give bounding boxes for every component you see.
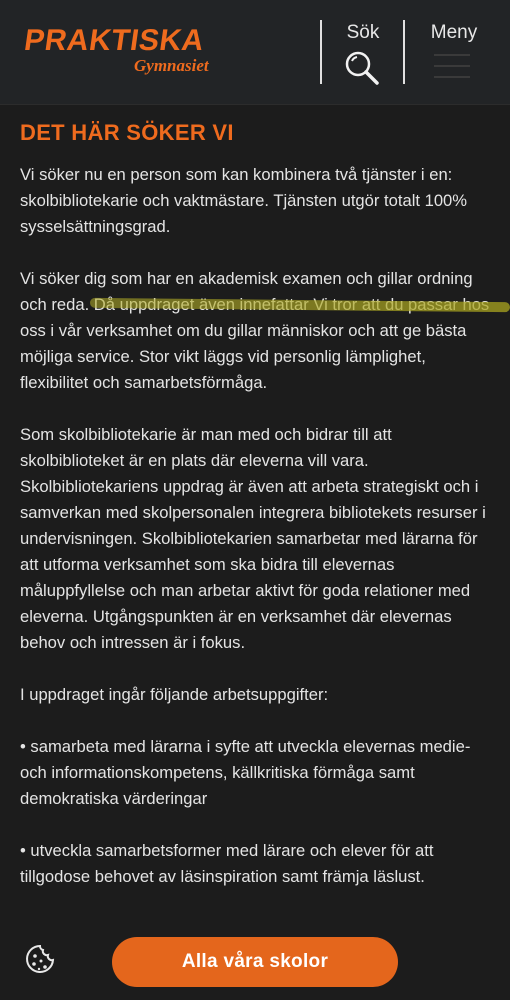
paragraph: Vi söker nu en person som kan kombinera … xyxy=(20,165,468,236)
praktiska-logo[interactable]: PRAKTISKA Gymnasiet xyxy=(22,24,222,80)
search-label: Sök xyxy=(346,22,380,43)
list-item: • samarbeta med lärarna i syfte att utve… xyxy=(20,737,471,808)
header-divider xyxy=(403,20,405,84)
job-description: DET HÄR SÖKER VI Vi söker nu en person s… xyxy=(20,118,490,890)
menu-button[interactable]: Meny xyxy=(414,18,494,88)
section-heading: DET HÄR SÖKER VI xyxy=(20,120,234,145)
logo-wordmark: PRAKTISKA xyxy=(22,24,207,57)
search-button[interactable]: Sök xyxy=(330,18,396,88)
paragraph: Vi söker dig som har en akademisk examen… xyxy=(20,269,490,392)
list-item: • utveckla samarbetsformer med lärare oc… xyxy=(20,841,434,886)
hamburger-icon xyxy=(434,54,470,87)
site-header: PRAKTISKA Gymnasiet Sök Meny xyxy=(0,0,510,105)
all-schools-button[interactable]: Alla våra skolor xyxy=(112,937,398,987)
menu-label: Meny xyxy=(430,22,478,43)
logo-subtitle: Gymnasiet xyxy=(134,56,209,75)
paragraph: Som skolbibliotekarie är man med och bid… xyxy=(20,425,486,652)
paragraph: I uppdraget ingår följande arbetsuppgift… xyxy=(20,685,329,704)
search-icon xyxy=(345,51,379,85)
header-divider xyxy=(320,20,322,84)
cookie-icon[interactable] xyxy=(24,943,56,975)
